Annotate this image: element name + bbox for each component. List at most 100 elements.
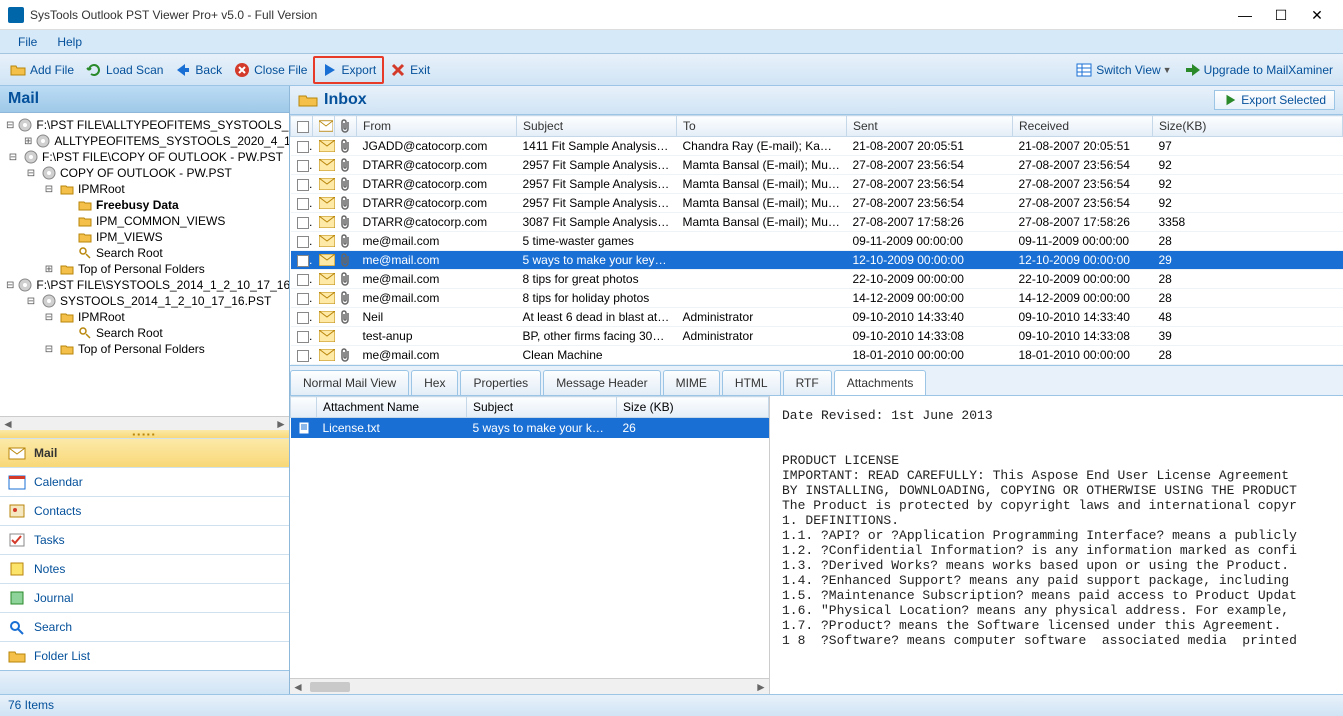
row-checkbox[interactable]: [297, 331, 309, 343]
nav-search[interactable]: Search: [0, 612, 289, 641]
tree-horizontal-scrollbar[interactable]: ◄ ►: [0, 416, 289, 430]
tab-attachments[interactable]: Attachments: [834, 370, 927, 395]
col-from[interactable]: From: [357, 116, 517, 137]
nav-journal[interactable]: Journal: [0, 583, 289, 612]
mail-row[interactable]: me@mail.comClean Machine18-01-2010 00:00…: [291, 346, 1343, 365]
load-scan-button[interactable]: Load Scan: [80, 58, 169, 82]
col-received[interactable]: Received: [1013, 116, 1153, 137]
tree-node[interactable]: ⊟SYSTOOLS_2014_1_2_10_17_16.PST: [0, 293, 289, 309]
tab-rtf[interactable]: RTF: [783, 370, 832, 395]
expand-toggle[interactable]: ⊟: [24, 168, 38, 179]
col-size[interactable]: Size(KB): [1153, 116, 1343, 137]
scroll-thumb[interactable]: [310, 682, 350, 692]
expand-toggle[interactable]: ⊟: [6, 152, 20, 163]
row-checkbox[interactable]: [297, 198, 309, 210]
expand-toggle[interactable]: ⊟: [42, 344, 56, 355]
tree-node[interactable]: Freebusy Data: [0, 197, 289, 213]
mail-row[interactable]: DTARR@catocorp.com2957 Fit Sample Analys…: [291, 194, 1343, 213]
att-scrollbar[interactable]: ◄ ►: [290, 678, 769, 694]
row-checkbox[interactable]: [297, 293, 309, 305]
attachment-grid[interactable]: Attachment Name Subject Size (KB) Licens…: [290, 396, 770, 694]
att-col-name[interactable]: Attachment Name: [317, 397, 467, 418]
nav-notes[interactable]: Notes: [0, 554, 289, 583]
folder-tree[interactable]: ⊟F:\PST FILE\ALLTYPEOFITEMS_SYSTOOLS_20.…: [0, 113, 289, 416]
row-checkbox[interactable]: [297, 160, 309, 172]
menu-help[interactable]: Help: [47, 33, 92, 51]
expand-toggle[interactable]: ⊟: [42, 184, 56, 195]
menu-file[interactable]: File: [8, 33, 47, 51]
mail-row[interactable]: DTARR@catocorp.com3087 Fit Sample Analys…: [291, 213, 1343, 232]
row-checkbox[interactable]: [297, 255, 309, 267]
expand-toggle[interactable]: ⊞: [42, 264, 56, 275]
minimize-button[interactable]: —: [1227, 3, 1263, 27]
expand-toggle[interactable]: ⊟: [6, 120, 14, 131]
switch-view-button[interactable]: Switch View ▼: [1070, 58, 1177, 82]
add-file-button[interactable]: Add File: [4, 58, 80, 82]
row-checkbox[interactable]: [297, 217, 309, 229]
back-button[interactable]: Back: [169, 58, 228, 82]
nav-contacts[interactable]: Contacts: [0, 496, 289, 525]
mail-row[interactable]: me@mail.com5 ways to make your keyboar..…: [291, 251, 1343, 270]
nav-folder-list[interactable]: Folder List: [0, 641, 289, 670]
export-button[interactable]: Export: [313, 56, 384, 84]
att-col-subject[interactable]: Subject: [467, 397, 617, 418]
nav-tasks[interactable]: Tasks: [0, 525, 289, 554]
mail-row[interactable]: DTARR@catocorp.com2957 Fit Sample Analys…: [291, 156, 1343, 175]
mail-grid-header[interactable]: From Subject To Sent Received Size(KB): [291, 116, 1343, 137]
tree-node[interactable]: ⊟Top of Personal Folders: [0, 341, 289, 357]
tree-node[interactable]: ⊟F:\PST FILE\SYSTOOLS_2014_1_2_10_17_16.…: [0, 277, 289, 293]
mail-row[interactable]: me@mail.com8 tips for holiday photos14-1…: [291, 289, 1343, 308]
mail-row[interactable]: NeilAt least 6 dead in blast at Ch...Adm…: [291, 308, 1343, 327]
tab-properties[interactable]: Properties: [460, 370, 541, 395]
tab-message-header[interactable]: Message Header: [543, 370, 660, 395]
tab-html[interactable]: HTML: [722, 370, 781, 395]
tree-node[interactable]: ⊟IPMRoot: [0, 181, 289, 197]
checkbox-all[interactable]: [297, 121, 309, 133]
exit-button[interactable]: Exit: [384, 58, 436, 82]
close-button[interactable]: ✕: [1299, 3, 1335, 27]
tree-node[interactable]: ⊟IPMRoot: [0, 309, 289, 325]
nav-calendar[interactable]: Calendar: [0, 467, 289, 496]
col-subject[interactable]: Subject: [517, 116, 677, 137]
tab-hex[interactable]: Hex: [411, 370, 458, 395]
maximize-button[interactable]: ☐: [1263, 3, 1299, 27]
col-to[interactable]: To: [677, 116, 847, 137]
mail-row[interactable]: test-anupBP, other firms facing 300 la..…: [291, 327, 1343, 346]
col-sent[interactable]: Sent: [847, 116, 1013, 137]
tree-node[interactable]: IPM_VIEWS: [0, 229, 289, 245]
row-checkbox[interactable]: [297, 236, 309, 248]
tree-node[interactable]: IPM_COMMON_VIEWS: [0, 213, 289, 229]
mail-row[interactable]: DTARR@catocorp.com2957 Fit Sample Analys…: [291, 175, 1343, 194]
tree-node[interactable]: ⊞ALLTYPEOFITEMS_SYSTOOLS_2020_4_1...: [0, 133, 289, 149]
scroll-right-icon[interactable]: ►: [273, 417, 289, 431]
row-checkbox[interactable]: [297, 312, 309, 324]
expand-toggle[interactable]: ⊟: [42, 312, 56, 323]
upgrade-button[interactable]: Upgrade to MailXaminer: [1178, 58, 1339, 82]
scroll-left-icon[interactable]: ◄: [0, 417, 16, 431]
row-checkbox[interactable]: [297, 179, 309, 191]
mail-row[interactable]: me@mail.com5 time-waster games09-11-2009…: [291, 232, 1343, 251]
tree-node[interactable]: Search Root: [0, 325, 289, 341]
scroll-left-icon[interactable]: ◄: [290, 680, 306, 694]
mail-row[interactable]: me@mail.com8 tips for great photos22-10-…: [291, 270, 1343, 289]
tree-node[interactable]: ⊞Top of Personal Folders: [0, 261, 289, 277]
export-selected-button[interactable]: Export Selected: [1214, 90, 1335, 110]
expand-toggle[interactable]: ⊟: [6, 280, 14, 291]
expand-toggle[interactable]: ⊟: [24, 296, 38, 307]
att-col-size[interactable]: Size (KB): [617, 397, 769, 418]
attachment-row[interactable]: License.txt5 ways to make your keyb...26: [291, 418, 769, 439]
splitter-grip[interactable]: ▪▪▪▪▪: [0, 430, 289, 438]
mail-grid[interactable]: From Subject To Sent Received Size(KB) J…: [290, 115, 1343, 366]
row-checkbox[interactable]: [297, 274, 309, 286]
tree-node[interactable]: ⊟F:\PST FILE\COPY OF OUTLOOK - PW.PST: [0, 149, 289, 165]
scroll-right-icon[interactable]: ►: [753, 680, 769, 694]
mail-row[interactable]: JGADD@catocorp.com1411 Fit Sample Analys…: [291, 137, 1343, 156]
nav-mail[interactable]: Mail: [0, 438, 289, 467]
tab-mime[interactable]: MIME: [663, 370, 720, 395]
tab-normal[interactable]: Normal Mail View: [290, 370, 409, 395]
close-file-button[interactable]: Close File: [228, 58, 313, 82]
tree-node[interactable]: ⊟F:\PST FILE\ALLTYPEOFITEMS_SYSTOOLS_20.…: [0, 117, 289, 133]
tree-node[interactable]: Search Root: [0, 245, 289, 261]
expand-toggle[interactable]: ⊞: [24, 136, 32, 147]
tree-node[interactable]: ⊟COPY OF OUTLOOK - PW.PST: [0, 165, 289, 181]
